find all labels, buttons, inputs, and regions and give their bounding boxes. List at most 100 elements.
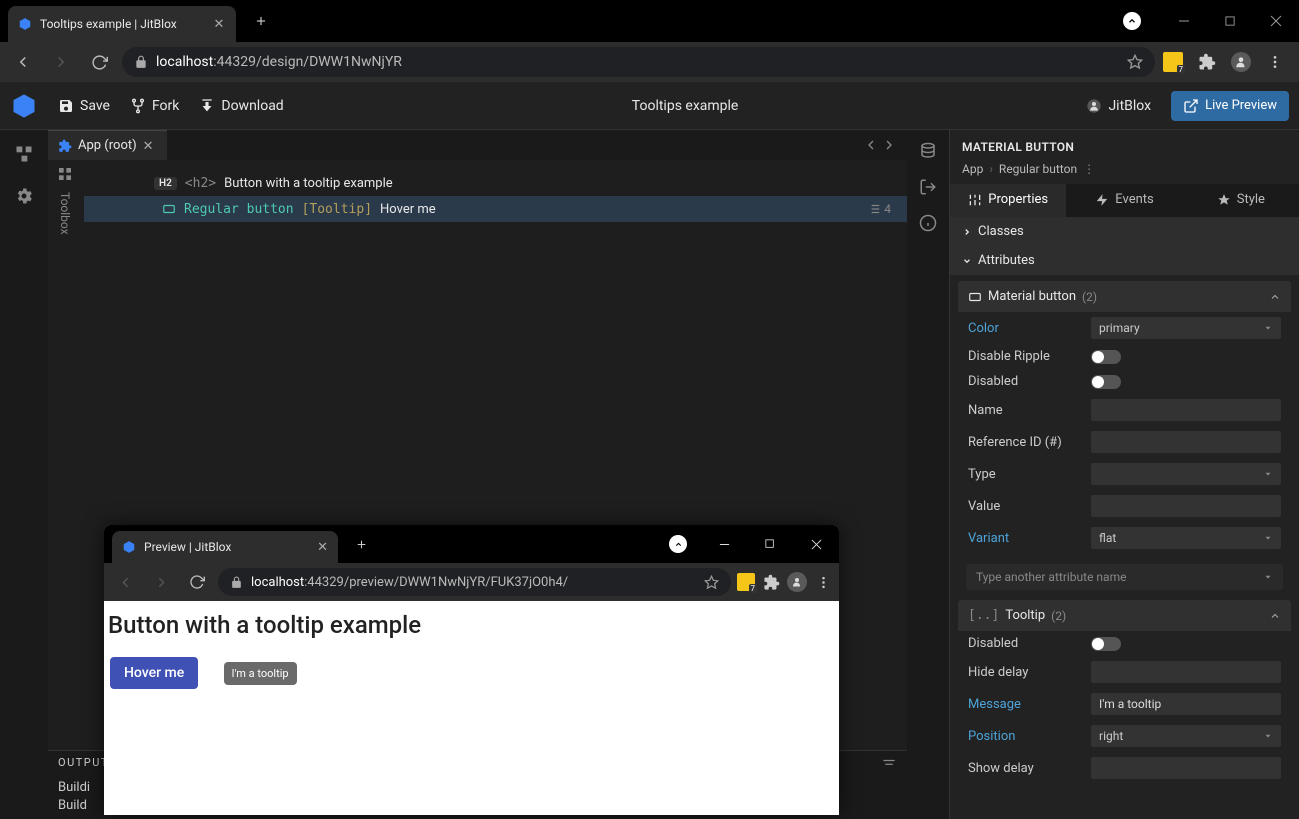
chevron-up-circle-icon[interactable] bbox=[1123, 12, 1141, 30]
doc-tab-app-root[interactable]: App (root) ✕ bbox=[48, 130, 167, 160]
chevron-left-icon[interactable] bbox=[863, 137, 879, 153]
close-icon[interactable]: ✕ bbox=[212, 17, 226, 31]
reload-button[interactable] bbox=[182, 567, 212, 597]
section-classes[interactable]: Classes bbox=[950, 217, 1299, 246]
output-title: OUTPUT bbox=[58, 756, 109, 769]
hover-me-button[interactable]: Hover me bbox=[110, 657, 198, 689]
minimize-button[interactable] bbox=[701, 525, 747, 563]
attr-value-label: Value bbox=[968, 499, 1083, 514]
live-preview-button[interactable]: Live Preview bbox=[1171, 91, 1289, 121]
reload-button[interactable] bbox=[84, 47, 114, 77]
back-button[interactable] bbox=[8, 47, 38, 77]
toolbox-tab[interactable]: Toolbox bbox=[54, 166, 76, 235]
attr-color-select[interactable]: primary bbox=[1091, 317, 1281, 339]
url-input[interactable]: localhost:44329/preview/DWW1NwNjYR/FUK37… bbox=[218, 568, 731, 596]
structure-icon[interactable] bbox=[14, 144, 34, 164]
close-icon[interactable]: ✕ bbox=[317, 540, 328, 555]
profile-avatar-icon[interactable] bbox=[787, 572, 807, 592]
tab-title: Tooltips example | JitBlox bbox=[40, 17, 204, 31]
user-menu[interactable]: JitBlox bbox=[1086, 98, 1151, 114]
close-window-button[interactable] bbox=[1253, 0, 1299, 42]
back-button[interactable] bbox=[110, 567, 140, 597]
download-button[interactable]: Download bbox=[199, 98, 283, 114]
attr-name-label: Name bbox=[968, 403, 1083, 418]
chevron-up-icon bbox=[1269, 610, 1281, 622]
close-icon[interactable]: ✕ bbox=[143, 139, 157, 153]
tooltip-position-label: Position bbox=[968, 729, 1083, 744]
app-toolbar: Save Fork Download Tooltips example JitB… bbox=[0, 82, 1299, 130]
browser-menu-icon[interactable] bbox=[813, 575, 833, 590]
attr-name-input[interactable] bbox=[1091, 399, 1281, 421]
section-attributes[interactable]: Attributes bbox=[950, 246, 1299, 275]
grid-icon bbox=[57, 166, 73, 182]
url-text: localhost:44329/preview/DWW1NwNjYR/FUK37… bbox=[251, 575, 696, 590]
attr-disabled-toggle[interactable] bbox=[1091, 375, 1121, 389]
tree-row-h2[interactable]: H2 <h2> Button with a tooltip example bbox=[84, 170, 907, 196]
close-window-button[interactable] bbox=[793, 525, 839, 563]
more-icon[interactable]: ⋮ bbox=[1083, 162, 1095, 176]
tooltip-popup: I'm a tooltip bbox=[224, 662, 297, 685]
crumb-leaf[interactable]: Regular button bbox=[999, 162, 1077, 176]
tab-style[interactable]: Style bbox=[1183, 184, 1299, 217]
tooltip-hidedelay-label: Hide delay bbox=[968, 665, 1083, 680]
maximize-button[interactable] bbox=[1207, 0, 1253, 42]
extensions-icon[interactable] bbox=[761, 574, 781, 591]
new-tab-button[interactable] bbox=[346, 538, 376, 551]
profile-avatar-icon[interactable] bbox=[1231, 52, 1251, 72]
extension-badge-icon[interactable]: 7 bbox=[1163, 52, 1183, 72]
browser-menu-icon[interactable] bbox=[1265, 52, 1285, 72]
jitblox-favicon-icon bbox=[122, 540, 136, 554]
preview-window: Preview | JitBlox ✕ localhost:44329/prev… bbox=[104, 525, 839, 815]
tooltip-showdelay-input[interactable] bbox=[1091, 757, 1281, 779]
jitblox-logo-icon[interactable] bbox=[10, 92, 38, 120]
browser-tab[interactable]: Tooltips example | JitBlox ✕ bbox=[8, 6, 236, 42]
tooltip-message-input[interactable] bbox=[1091, 693, 1281, 715]
group-material-button[interactable]: Material button (2) bbox=[958, 281, 1291, 312]
h2-badge: H2 bbox=[154, 177, 177, 190]
chevron-up-icon bbox=[1269, 291, 1281, 303]
bookmark-star-icon[interactable] bbox=[704, 575, 719, 590]
db-icon[interactable] bbox=[919, 142, 937, 160]
tooltip-disabled-toggle[interactable] bbox=[1091, 637, 1121, 651]
chevron-up-circle-icon[interactable] bbox=[669, 535, 687, 553]
minimize-button[interactable] bbox=[1161, 0, 1207, 42]
new-tab-button[interactable] bbox=[246, 6, 276, 36]
lock-icon bbox=[134, 55, 148, 69]
fork-button[interactable]: Fork bbox=[130, 98, 179, 114]
collapse-icon[interactable] bbox=[881, 758, 897, 768]
tree-row-button[interactable]: Regular button [Tooltip] Hover me 4 bbox=[84, 196, 907, 222]
bookmark-star-icon[interactable] bbox=[1127, 54, 1143, 70]
chevron-right-icon bbox=[962, 227, 972, 237]
url-text: localhost:44329/design/DWW1NwNjYR bbox=[156, 54, 1119, 70]
browser-titlebar: Tooltips example | JitBlox ✕ bbox=[0, 0, 1299, 42]
attr-type-select[interactable] bbox=[1091, 463, 1281, 485]
settings-icon[interactable] bbox=[14, 186, 34, 206]
component-icon bbox=[968, 290, 982, 304]
tab-events[interactable]: Events bbox=[1066, 184, 1182, 217]
maximize-button[interactable] bbox=[747, 525, 793, 563]
exit-icon[interactable] bbox=[919, 178, 937, 196]
attr-value-input[interactable] bbox=[1091, 495, 1281, 517]
tooltip-hidedelay-input[interactable] bbox=[1091, 661, 1281, 683]
info-icon[interactable] bbox=[919, 214, 937, 232]
group-tooltip[interactable]: [..] Tooltip (2) bbox=[958, 600, 1291, 631]
right-rail bbox=[907, 130, 949, 819]
attr-variant-select[interactable]: flat bbox=[1091, 527, 1281, 549]
chevron-right-icon[interactable] bbox=[881, 137, 897, 153]
tab-properties[interactable]: Properties bbox=[950, 184, 1066, 217]
url-input[interactable]: localhost:44329/design/DWW1NwNjYR bbox=[122, 47, 1155, 77]
extensions-icon[interactable] bbox=[1197, 52, 1217, 72]
attr-variant-label: Variant bbox=[968, 531, 1083, 546]
project-title: Tooltips example bbox=[304, 98, 1067, 114]
extension-badge-icon[interactable]: 7 bbox=[737, 573, 755, 591]
save-button[interactable]: Save bbox=[58, 98, 110, 114]
tooltip-position-select[interactable]: right bbox=[1091, 725, 1281, 747]
forward-button[interactable] bbox=[46, 47, 76, 77]
component-icon bbox=[162, 202, 176, 216]
attr-refid-input[interactable] bbox=[1091, 431, 1281, 453]
preview-tab[interactable]: Preview | JitBlox ✕ bbox=[112, 531, 338, 563]
forward-button[interactable] bbox=[146, 567, 176, 597]
attr-disable-ripple-toggle[interactable] bbox=[1091, 350, 1121, 364]
crumb-root[interactable]: App bbox=[962, 162, 983, 176]
add-attribute-input[interactable]: Type another attribute name bbox=[966, 564, 1283, 590]
